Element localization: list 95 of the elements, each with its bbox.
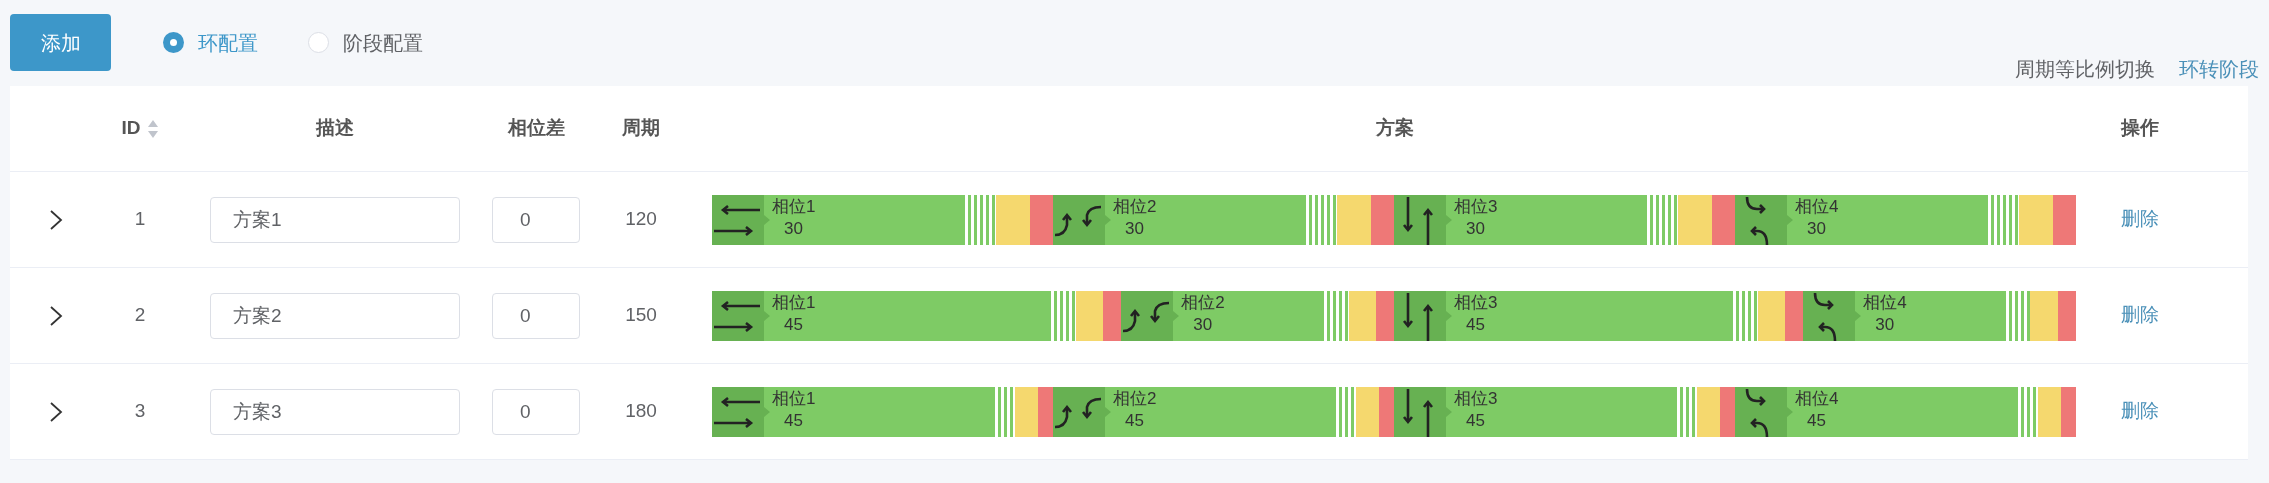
add-button[interactable]: 添加: [10, 14, 111, 71]
straight-arrows-icon: [712, 290, 770, 341]
turn-arrows-icon: [1053, 194, 1111, 245]
phase-duration: 30: [1192, 313, 1213, 336]
phase-duration: 45: [783, 313, 803, 336]
description-field[interactable]: 方案1: [210, 196, 460, 243]
flash-interval: [962, 194, 997, 245]
column-header: 操作: [2121, 116, 2159, 141]
expand-icon[interactable]: [49, 400, 63, 423]
change-interval: [1015, 386, 1038, 437]
turn-arrows-icon: [1735, 194, 1793, 245]
flash-interval: [1730, 290, 1758, 341]
flash-interval: [1321, 290, 1349, 341]
flash-interval: [1674, 386, 1698, 437]
phase-duration: 45: [1806, 409, 1826, 432]
flash-interval: [1985, 194, 2020, 245]
change-interval: [1337, 194, 1372, 245]
change-interval: [996, 194, 1031, 245]
change-interval: [2038, 386, 2061, 437]
column-header: 方案: [1376, 116, 1414, 141]
phase-duration: 30: [1806, 217, 1826, 240]
phase-duration: 45: [783, 409, 803, 432]
column-header[interactable]: ID: [121, 114, 141, 143]
phase-label: 相位3: [1454, 387, 1498, 410]
phase-label: 相位3: [1454, 291, 1498, 314]
turn-arrows-icon: [1803, 290, 1862, 341]
flash-interval: [2003, 290, 2031, 341]
radio-button[interactable]: [163, 32, 184, 53]
delete-link[interactable]: 删除: [2121, 205, 2159, 234]
change-interval: [1678, 194, 1713, 245]
change-interval: [1356, 386, 1379, 437]
phase-label: 相位4: [1795, 387, 1839, 410]
delete-link[interactable]: 删除: [2121, 397, 2159, 426]
flash-interval: [1303, 194, 1338, 245]
phase-duration: 45: [1465, 313, 1485, 336]
turn-arrows-icon: [1735, 386, 1793, 437]
radio-label[interactable]: 阶段配置: [343, 27, 423, 58]
turn-arrows-icon: [1053, 386, 1111, 437]
radio-label[interactable]: 环配置: [198, 27, 258, 58]
offset-field[interactable]: 0: [492, 292, 580, 339]
phase-label: 相位4: [1795, 195, 1839, 218]
straight-arrows-icon: [1394, 290, 1452, 341]
phase-duration: 45: [1124, 409, 1144, 432]
change-interval: [2030, 290, 2058, 341]
phase-label: 相位3: [1454, 195, 1498, 218]
phase-label: 相位2: [1113, 387, 1157, 410]
change-interval: [1757, 290, 1785, 341]
straight-arrows-icon: [1394, 194, 1452, 245]
flash-interval: [2015, 386, 2039, 437]
clearance-interval: [2053, 194, 2076, 245]
flash-interval: [1644, 194, 1679, 245]
straight-arrows-icon: [712, 386, 770, 437]
expand-icon[interactable]: [49, 208, 63, 231]
id-text: 3: [134, 399, 146, 424]
proportional-switch-text[interactable]: 周期等比例切换: [2015, 54, 2155, 84]
phase-duration: 30: [1124, 217, 1144, 240]
column-header: 相位差: [507, 116, 565, 141]
cycle-text: 180: [625, 399, 657, 424]
flash-interval: [992, 386, 1016, 437]
phase-duration: 45: [1465, 409, 1485, 432]
flash-interval: [1048, 290, 1076, 341]
change-interval: [1075, 290, 1103, 341]
straight-arrows-icon: [712, 194, 770, 245]
id-text: 1: [134, 207, 146, 232]
change-interval: [1697, 386, 1720, 437]
turn-arrows-icon: [1121, 290, 1180, 341]
straight-arrows-icon: [1394, 386, 1452, 437]
column-header: 周期: [622, 116, 660, 141]
cycle-text: 120: [625, 207, 657, 232]
phase-duration: 30: [783, 217, 803, 240]
column-header: 描述: [316, 116, 354, 141]
phase-duration: 30: [1465, 217, 1485, 240]
phase-label: 相位2: [1113, 195, 1157, 218]
description-field[interactable]: 方案3: [210, 388, 460, 435]
cycle-text: 150: [625, 303, 657, 328]
expand-icon[interactable]: [49, 304, 63, 327]
change-interval: [1348, 290, 1376, 341]
offset-field[interactable]: 0: [492, 196, 580, 243]
change-interval: [2019, 194, 2054, 245]
clearance-interval: [1030, 194, 1053, 245]
offset-field[interactable]: 0: [492, 388, 580, 435]
clearance-interval: [1712, 194, 1735, 245]
phase-label: 相位4: [1863, 291, 1907, 314]
phase-duration: 30: [1874, 313, 1895, 336]
phase-label: 相位1: [772, 387, 816, 410]
radio-button[interactable]: [308, 32, 329, 53]
id-text: 2: [134, 303, 146, 328]
description-field[interactable]: 方案2: [210, 292, 460, 339]
phase-label: 相位1: [772, 195, 816, 218]
delete-link[interactable]: 删除: [2121, 301, 2159, 330]
phase-label: 相位1: [772, 291, 816, 314]
ring-to-stage-link[interactable]: 环转阶段: [2179, 54, 2259, 84]
clearance-interval: [1371, 194, 1394, 245]
phase-label: 相位2: [1181, 291, 1225, 314]
flash-interval: [1333, 386, 1357, 437]
